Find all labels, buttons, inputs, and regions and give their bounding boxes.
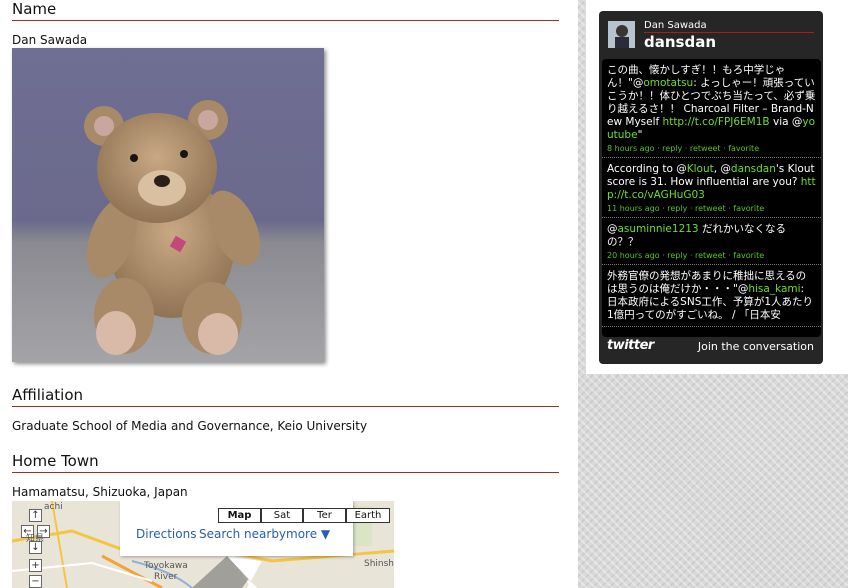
tweet-item: 外務官僚の発想があまりに稚拙に思えるのは思うのは俺だけか・・・"@hisa_ka…: [602, 265, 821, 327]
tweet-item: According to @Klout, @dansdan's Klout sc…: [602, 158, 821, 218]
map-label-river: River: [154, 572, 178, 582]
hometown-value: Hamamatsu, Shizuoka, Japan: [12, 485, 188, 499]
name-heading: Name: [12, 0, 559, 21]
affiliation-value: Graduate School of Media and Governance,…: [12, 419, 368, 433]
tweet-link[interactable]: http://t.co/FPJ6EM1B: [663, 116, 770, 128]
map-info-window: Map Sat Ter Earth Directions Search near…: [120, 501, 390, 556]
join-conversation-link[interactable]: Join the conversation: [698, 340, 814, 353]
map-label-shinsh: Shinsh: [364, 559, 394, 569]
hometown-heading: Home Town: [12, 452, 559, 473]
tweet-link[interactable]: hisa_kami: [748, 283, 800, 295]
affiliation-heading: Affiliation: [12, 386, 559, 407]
twitter-avatar[interactable]: [608, 21, 635, 48]
tweet-text-segment: , @: [713, 163, 731, 175]
map-type-sat[interactable]: Sat: [261, 508, 303, 523]
map-type-map[interactable]: Map: [218, 508, 261, 523]
zoom-in-button[interactable]: +: [29, 559, 42, 572]
profile-page: Name Dan Sawada Affiliation Graduate Sch…: [0, 0, 578, 588]
tweet-link[interactable]: omotatsu: [643, 77, 693, 89]
tweet-meta[interactable]: 11 hours ago · reply · retweet · favorit…: [607, 204, 816, 213]
tweet-text: According to @Klout, @dansdan's Klout sc…: [607, 163, 816, 202]
tweet-list[interactable]: この曲、懐かしすぎ！！もろ中学じゃん！"@omotatsu: よっしゃー！頑張っ…: [602, 59, 821, 337]
tweet-text: @asuminnie1213 だれかいなくなるの？？: [607, 223, 816, 249]
tweet-text-segment: @: [607, 223, 618, 235]
twitter-widget: Dan Sawada dansdan この曲、懐かしすぎ！！もろ中学じゃん！"@…: [599, 11, 823, 364]
tweet-text-segment: ": [637, 129, 643, 141]
tweet-meta[interactable]: 8 hours ago · reply · retweet · favorite: [607, 144, 816, 153]
tweet-link[interactable]: dansdan: [731, 163, 776, 175]
tweet-link[interactable]: asuminnie1213: [618, 223, 699, 235]
more-link[interactable]: more ▼: [286, 527, 330, 541]
twitter-logo[interactable]: twitter: [607, 338, 654, 353]
pan-up-button[interactable]: ↑: [29, 509, 42, 522]
map-type-earth[interactable]: Earth: [346, 508, 390, 523]
tweet-text: この曲、懐かしすぎ！！もろ中学じゃん！"@omotatsu: よっしゃー！頑張っ…: [607, 64, 816, 142]
tweet-text-segment: According to @: [607, 163, 687, 175]
map-label-achi: achi: [44, 502, 63, 512]
directions-link[interactable]: Directions: [136, 527, 196, 541]
twitter-full-name: Dan Sawada: [644, 20, 707, 31]
tweet-text: 外務官僚の発想があまりに稚拙に思えるのは思うのは俺だけか・・・"@hisa_ka…: [607, 270, 816, 322]
tweet-text-segment: via @: [769, 116, 803, 128]
tweet-item: @asuminnie1213 だれかいなくなるの？？ 20 hours ago ·…: [602, 218, 821, 265]
teddy-bear-image: [84, 100, 261, 355]
map-label-toyokawa: Toyokawa: [144, 561, 188, 571]
twitter-handle[interactable]: dansdan: [644, 33, 716, 51]
tweet-item: この曲、懐かしすぎ！！もろ中学じゃん！"@omotatsu: よっしゃー！頑張っ…: [602, 59, 821, 158]
hometown-map[interactable]: ↑ ← → ↓ + − achi 知県 Toyokawa River Shins…: [12, 501, 394, 588]
map-label-ken: 知県: [26, 534, 45, 544]
zoom-out-button[interactable]: −: [29, 575, 42, 588]
profile-photo: [12, 48, 324, 362]
map-type-ter[interactable]: Ter: [303, 508, 346, 523]
search-nearby-link[interactable]: Search nearby: [199, 527, 286, 541]
tweet-link[interactable]: Klout: [687, 163, 714, 175]
name-value: Dan Sawada: [12, 33, 88, 47]
tweet-meta[interactable]: 20 hours ago · reply · retweet · favorit…: [607, 251, 816, 260]
